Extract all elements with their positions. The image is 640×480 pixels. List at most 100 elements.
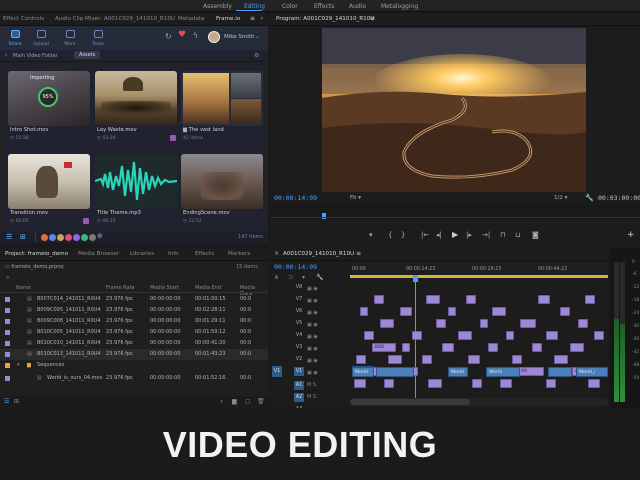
table-row[interactable]: ▤ B007C014_141011_R0U4 23.976 fps 00:00:00… [0, 294, 268, 305]
table-row[interactable]: ▤ B010C005_141011_R0U4 23.976 fps 00:00:00… [0, 327, 268, 338]
timeline-clip-v1[interactable]: World [486, 367, 520, 377]
avatar[interactable] [41, 234, 48, 241]
extract-icon[interactable]: ⊔ [515, 231, 520, 239]
table-row[interactable]: ▤ B009C008_141011_R0U4 23.976 fps 00:00:00… [0, 316, 268, 327]
table-row[interactable]: ▤ B010C010_141011_R0U4 23.976 fps 00:00:00… [0, 338, 268, 349]
mark-out-icon[interactable]: } [401, 231, 405, 239]
resolution-select[interactable]: 1/2 ▾ [554, 195, 567, 201]
timeline-clip[interactable] [388, 355, 402, 364]
timeline-clip[interactable] [374, 295, 384, 304]
disclosure-triangle-icon[interactable]: ▾ [17, 362, 20, 368]
track-toggle-icons[interactable]: ▣ ◉ ▣ ◉ ▣ ◉ ▣ ◉ ▣ ◉ ▣ ◉ ▣ ◉ ▣ ◉ M SM S [307, 283, 347, 413]
timeline-clip[interactable] [538, 295, 550, 304]
timeline-clip-area[interactable]: B00 A0 A0 [350, 282, 608, 408]
timeline-clip[interactable] [458, 331, 472, 340]
timeline-clip[interactable] [466, 295, 476, 304]
timeline-clip[interactable] [520, 319, 536, 328]
overflow-icon[interactable]: » [260, 15, 264, 22]
table-row[interactable]: ▤ World_is_ours_04.mov 23.976 fps 00:00:00… [0, 373, 268, 384]
panel-menu-icon[interactable]: ≡ [356, 250, 361, 257]
timeline-clip[interactable] [492, 307, 506, 316]
panel-menu-icon[interactable]: ≡ [370, 15, 375, 22]
avatar[interactable] [57, 234, 64, 241]
tab-effect-controls[interactable]: Effect Controls [3, 16, 44, 22]
breadcrumb-current[interactable]: Assets [74, 51, 101, 59]
column-header-frame-rate[interactable]: Frame Rate [106, 285, 135, 291]
icon-view-icon[interactable]: ⊞ [14, 398, 19, 405]
timeline-clip[interactable] [560, 307, 570, 316]
timeline-clip[interactable] [594, 331, 604, 340]
share-button[interactable]: Share [2, 30, 28, 47]
trash-icon[interactable]: 🗑 [257, 398, 265, 405]
timeline-timecode[interactable]: 00:00:14:09 [274, 263, 317, 271]
new-bin-icon[interactable]: ▆ [232, 398, 237, 405]
asset-card[interactable]: Transition.mov ◷ 00:05 [8, 154, 90, 231]
grid-view-icon[interactable]: ⊞ [20, 233, 26, 241]
avatar[interactable] [49, 234, 56, 241]
search-icon[interactable]: ⌕ [6, 274, 9, 282]
sequence-tab[interactable]: A001C029_141010_R10U [283, 251, 354, 257]
timeline-clip[interactable] [380, 319, 394, 328]
timeline-clip[interactable] [500, 379, 512, 388]
timeline-horizontal-scrollbar[interactable] [350, 398, 608, 406]
timeline-clip[interactable] [468, 355, 480, 364]
timeline-clip[interactable]: B00 [372, 343, 396, 352]
table-row[interactable]: ▤ B009C005_141011_R0U4 23.976 fps 00:00:00… [0, 305, 268, 316]
more-button[interactable]: More [57, 30, 83, 47]
settings-gear-icon[interactable]: ⚙ [254, 52, 259, 59]
avatar[interactable] [65, 234, 72, 241]
timeline-clip[interactable] [506, 331, 514, 340]
panel-menu-icon[interactable]: ≡ [250, 15, 255, 22]
mark-in-icon[interactable]: { [388, 231, 392, 239]
tab-media-browser[interactable]: Media Browser [78, 251, 119, 257]
timeline-clip[interactable] [426, 295, 440, 304]
timeline-clip[interactable] [546, 331, 558, 340]
timeline-clip-v1[interactable] [376, 367, 414, 377]
play-icon[interactable]: ▶ [452, 230, 458, 239]
timeline-clip[interactable] [570, 343, 584, 352]
tab-metadata[interactable]: Metadata [178, 16, 205, 22]
timeline-clip-v1[interactable] [548, 367, 572, 377]
folder-card[interactable]: ▆ The vast land 42 items [181, 71, 263, 148]
step-back-icon[interactable]: ◂| [436, 231, 442, 239]
work-area-bar[interactable] [350, 275, 608, 278]
close-icon[interactable]: × [274, 250, 279, 257]
asset-card[interactable]: Title Theme.mp3 ◷ 06:15 [95, 154, 177, 231]
upload-button[interactable]: Upload [28, 30, 54, 47]
workspace-assembly[interactable]: Assembly [203, 3, 232, 10]
tab-audio-clip-mixer[interactable]: Audio Clip Mixer: A001C029_141010_R10U [55, 16, 175, 22]
timeline-clip[interactable] [360, 307, 368, 316]
timeline-settings-icon[interactable]: 🔧 [316, 274, 323, 281]
workspace-metalogging[interactable]: Metalogging [381, 3, 418, 10]
add-member-icon[interactable]: ⊕ [97, 232, 103, 240]
workspace-editing[interactable]: Editing [244, 3, 265, 10]
tab-libraries[interactable]: Libraries [130, 251, 154, 257]
list-view-icon[interactable]: ☰ [6, 233, 12, 241]
timeline-ruler[interactable]: 00:00 00:00:14:23 00:00:29:23 00:00:44:2… [350, 263, 608, 283]
go-to-out-icon[interactable]: →| [482, 231, 490, 239]
add-marker-icon[interactable]: ▾ [302, 274, 305, 281]
tab-effects[interactable]: Effects [195, 251, 214, 257]
timeline-clip[interactable] [532, 343, 542, 352]
table-row[interactable]: ▾ ▆ Sequences [0, 360, 268, 371]
add-marker-icon[interactable]: ▾ [369, 231, 373, 239]
timeline-clip[interactable] [436, 319, 446, 328]
timeline-clip[interactable] [585, 295, 595, 304]
avatar[interactable] [73, 234, 80, 241]
asset-card[interactable]: Importing 95% Intro Shot.mov ◷ 15:38 [8, 71, 90, 148]
timeline-clip-v1[interactable]: World [448, 367, 468, 377]
tab-info[interactable]: Info [168, 251, 179, 257]
asset-card[interactable]: Lay Waste.mov ◷ 03:24 [95, 71, 177, 148]
chevron-down-icon[interactable]: ⌄ [255, 33, 260, 40]
timeline-clip[interactable] [512, 355, 522, 364]
program-scrub-bar[interactable] [270, 205, 640, 219]
heart-icon[interactable]: ♥ [178, 30, 186, 40]
tab-markers[interactable]: Markers [228, 251, 250, 257]
refresh-icon[interactable]: ↻ [165, 32, 172, 41]
timeline-clip[interactable] [480, 319, 488, 328]
timeline-clip[interactable] [428, 379, 442, 388]
tab-frameio[interactable]: Frame.io [216, 16, 240, 22]
timeline-clip[interactable] [422, 355, 432, 364]
program-timecode[interactable]: 00:00:14:09 [274, 194, 317, 202]
timeline-clip[interactable] [578, 319, 588, 328]
